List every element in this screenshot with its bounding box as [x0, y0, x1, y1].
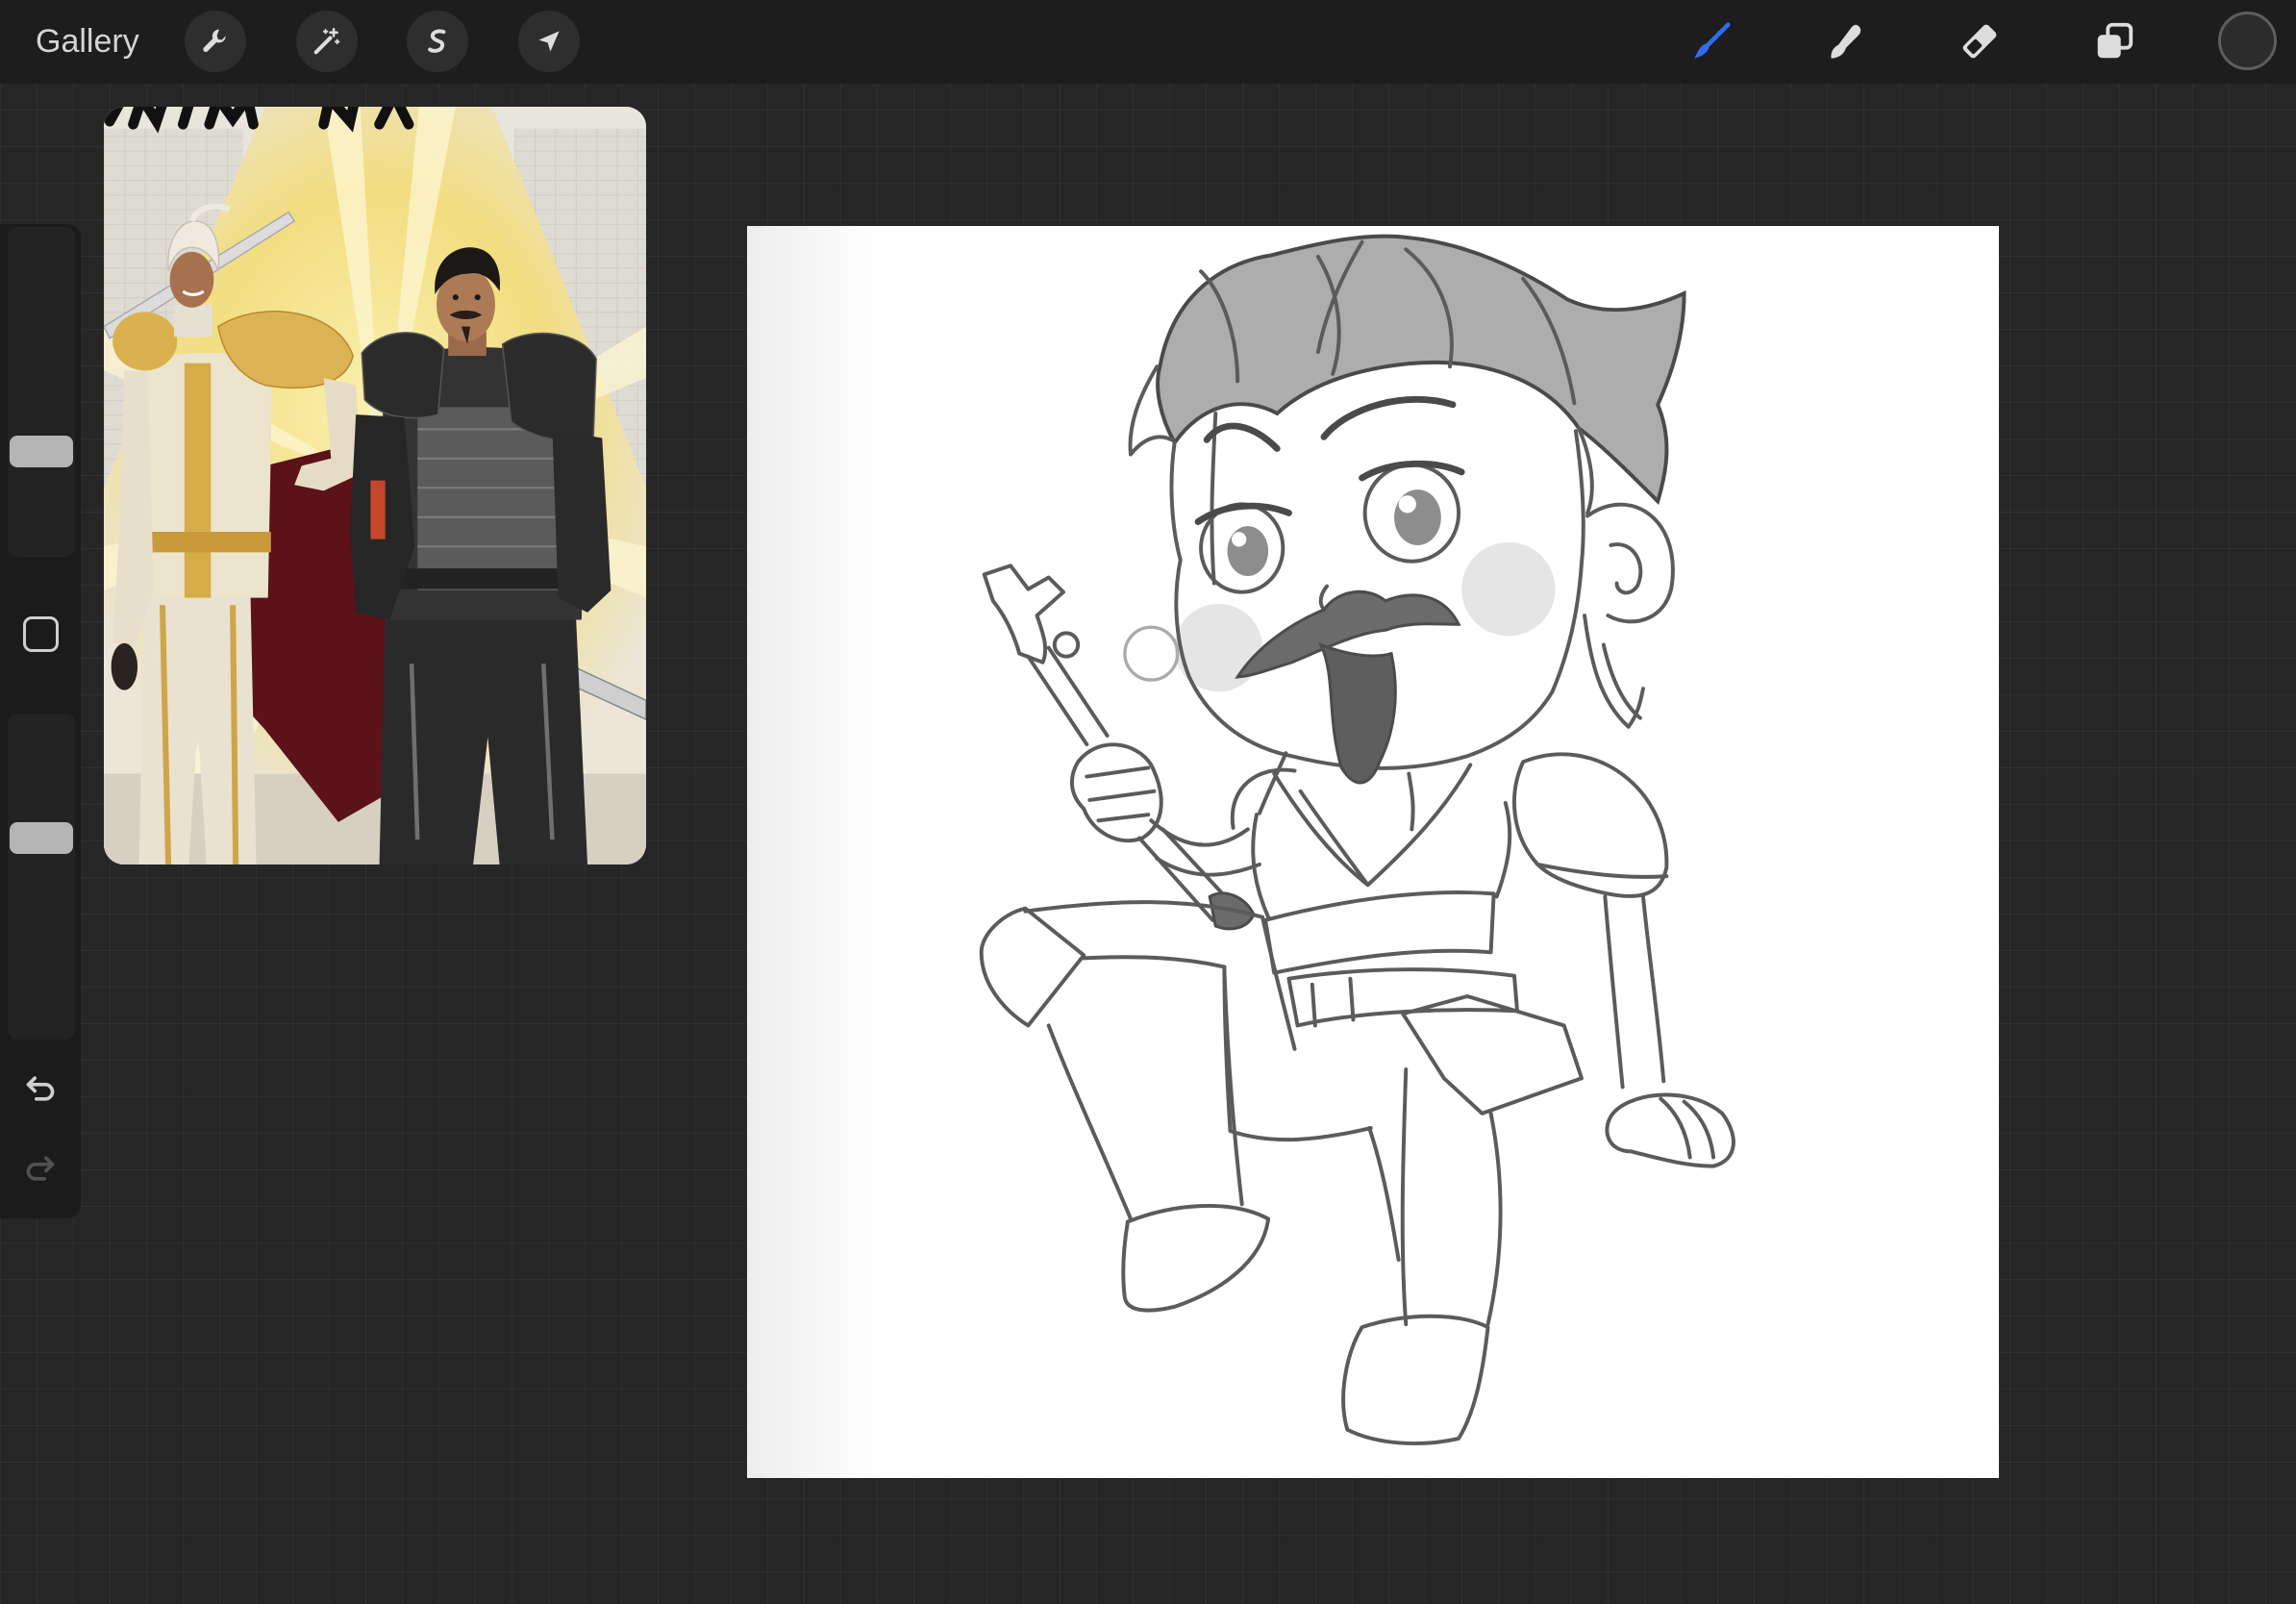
layers-button[interactable]	[2088, 15, 2140, 67]
reference-poster-image	[104, 107, 646, 865]
sketch-body	[1230, 751, 1669, 1028]
undo-icon[interactable]	[21, 1069, 60, 1108]
wrench-icon	[203, 29, 226, 52]
layers-icon	[2097, 22, 2134, 59]
gallery-button[interactable]: Gallery	[36, 0, 139, 84]
brush-size-slider[interactable]	[8, 227, 75, 557]
modify-square-icon[interactable]	[23, 616, 59, 652]
brush-icon	[1694, 22, 1731, 59]
adjustments-button[interactable]	[296, 11, 358, 72]
opacity-slider[interactable]	[8, 714, 75, 1040]
color-picker-swatch[interactable]	[2218, 12, 2277, 70]
sketch-eyes	[1194, 395, 1465, 594]
eraser-tool-button[interactable]	[1954, 15, 2006, 67]
redo-icon[interactable]	[21, 1149, 60, 1188]
transform-arrow-icon	[538, 31, 560, 52]
eraser-icon	[1962, 24, 1997, 59]
reference-image-window[interactable]	[104, 107, 646, 865]
actions-button[interactable]	[185, 11, 246, 72]
brush-tool-button[interactable]	[1685, 15, 1737, 67]
opacity-slider-handle[interactable]	[10, 822, 73, 855]
smudge-tool-button[interactable]	[1819, 15, 1871, 67]
sketch-drawing	[979, 234, 1735, 1445]
sketch-arms	[1070, 742, 1735, 1168]
top-toolbar: Gallery	[0, 0, 2296, 84]
selection-icon	[428, 29, 446, 53]
left-sidebar	[0, 224, 81, 1218]
transform-button[interactable]	[518, 11, 580, 72]
magic-wand-icon	[313, 27, 340, 55]
drawing-canvas[interactable]	[747, 226, 1999, 1478]
selection-button[interactable]	[407, 11, 468, 72]
sketch-legs	[979, 900, 1584, 1445]
sketch-mustache	[1235, 589, 1461, 785]
brush-size-slider-handle[interactable]	[10, 435, 73, 467]
smudge-icon	[1831, 24, 1861, 59]
